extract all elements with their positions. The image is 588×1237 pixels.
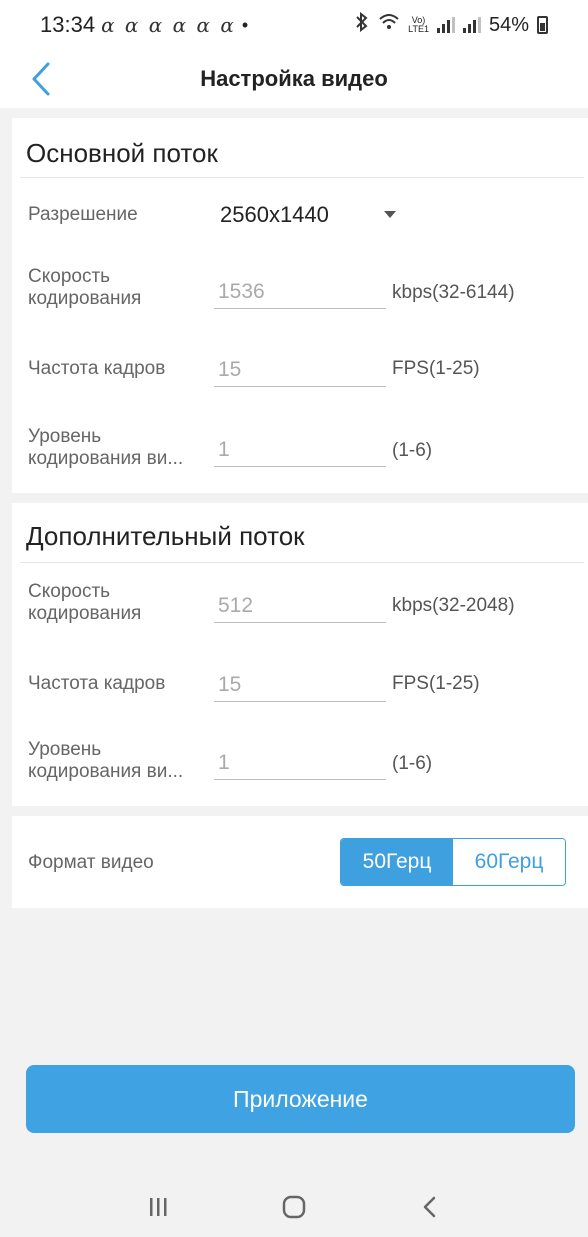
format-50hz-option[interactable]: 50Герц <box>341 839 453 885</box>
bitrate-label-line1: Скорость <box>28 266 111 287</box>
quality-unit: (1-6) <box>392 440 433 461</box>
notification-icons: ɑ ɑ ɑ ɑ ɑ ɑ <box>101 13 236 37</box>
notification-dot: • <box>241 14 249 35</box>
app-header: Настройка видео <box>0 50 588 108</box>
status-bar: 13:34 ɑ ɑ ɑ ɑ ɑ ɑ • Vo) LTE1 54% <box>0 0 588 50</box>
recent-apps-button[interactable] <box>138 1187 178 1227</box>
recent-apps-icon <box>150 1197 167 1216</box>
status-time: 13:34 <box>40 12 96 37</box>
bitrate-label-line2: кодирования <box>28 288 142 309</box>
resolution-select[interactable]: 2560x1440 <box>220 202 329 228</box>
lte-tag: LTE1 <box>408 24 429 34</box>
fps-unit: FPS(1-25) <box>392 358 480 379</box>
home-icon <box>282 1195 306 1218</box>
bluetooth-icon <box>354 11 370 38</box>
dropdown-arrow-icon[interactable] <box>384 211 396 218</box>
fps-unit: FPS(1-25) <box>392 673 480 694</box>
quality-label-line2: кодирования ви... <box>28 448 184 469</box>
sub-stream-title: Дополнительный поток <box>26 521 305 551</box>
video-format-toggle: 50Герц 60Герц <box>340 838 566 886</box>
main-stream-title: Основной поток <box>26 138 218 168</box>
sub-fps-input[interactable]: 15 <box>214 666 386 702</box>
signal-2-icon <box>462 17 481 33</box>
system-back-button[interactable] <box>410 1187 450 1227</box>
bitrate-label-line1: Скорость <box>28 581 111 602</box>
apply-button[interactable]: Приложение <box>26 1065 575 1133</box>
volte-icon: Vo) LTE1 <box>408 16 429 34</box>
quality-label: Уровень кодирования ви... <box>28 739 183 783</box>
resolution-label: Разрешение <box>28 204 138 225</box>
bitrate-label: Скорость кодирования <box>28 266 141 310</box>
back-arrow-icon <box>423 1196 436 1217</box>
home-button[interactable] <box>274 1187 314 1227</box>
divider <box>20 562 584 563</box>
quality-label-line1: Уровень <box>28 426 102 447</box>
main-bitrate-input[interactable]: 1536 <box>214 273 386 309</box>
fps-label: Частота кадров <box>28 358 166 379</box>
page-title: Настройка видео <box>200 66 388 91</box>
main-fps-input[interactable]: 15 <box>214 351 386 387</box>
video-format-label: Формат видео <box>28 852 154 873</box>
wifi-icon <box>378 13 400 37</box>
video-format-section: Формат видео 50Герц 60Герц <box>12 816 588 908</box>
signal-1-icon <box>436 17 455 33</box>
main-quality-input[interactable]: 1 <box>214 431 386 467</box>
sub-quality-input[interactable]: 1 <box>214 744 386 780</box>
format-60hz-option[interactable]: 60Герц <box>453 839 565 885</box>
quality-label: Уровень кодирования ви... <box>28 426 183 470</box>
sub-stream-section: Дополнительный поток Скорость кодировани… <box>12 503 588 806</box>
bitrate-label-line2: кодирования <box>28 603 142 624</box>
bitrate-label: Скорость кодирования <box>28 581 141 625</box>
bitrate-unit: kbps(32-6144) <box>392 282 515 303</box>
sub-bitrate-input[interactable]: 512 <box>214 587 386 623</box>
chevron-left-icon <box>32 62 50 96</box>
main-stream-section: Основной поток Разрешение 2560x1440 Скор… <box>12 118 588 493</box>
divider <box>20 177 584 178</box>
fps-label: Частота кадров <box>28 673 166 694</box>
quality-unit: (1-6) <box>392 753 433 774</box>
back-button[interactable] <box>26 60 60 98</box>
status-right: Vo) LTE1 54% <box>354 11 548 38</box>
battery-percent: 54% <box>488 13 529 36</box>
quality-label-line2: кодирования ви... <box>28 761 184 782</box>
quality-label-line1: Уровень <box>28 739 102 760</box>
battery-icon <box>537 16 548 34</box>
system-nav-bar <box>0 1176 588 1237</box>
bitrate-unit: kbps(32-2048) <box>392 595 515 616</box>
